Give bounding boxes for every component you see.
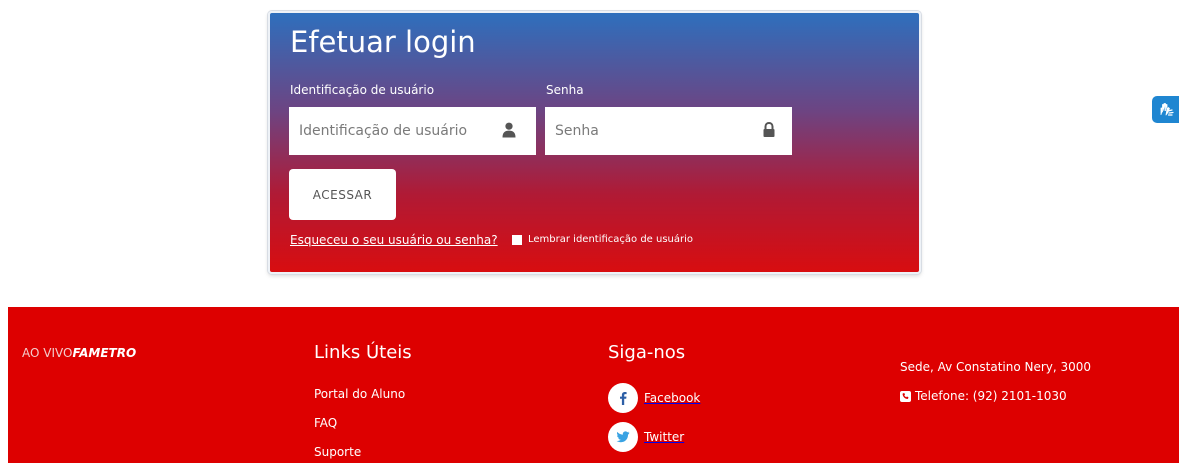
forgot-password-link[interactable]: Esqueceu o seu usuário ou senha? — [290, 233, 498, 247]
footer-link-portal-do-aluno[interactable]: Portal do Aluno — [314, 387, 405, 401]
brand-logo[interactable]: AO VIVOFAMETRO — [22, 346, 136, 360]
brand-prefix: AO VIVO — [22, 346, 73, 360]
facebook-label: Facebook — [644, 391, 701, 405]
username-input[interactable] — [289, 107, 536, 155]
login-title: Efetuar login — [290, 25, 476, 59]
login-card: Efetuar login Identificação de usuário S… — [268, 11, 921, 274]
accessibility-button[interactable] — [1152, 96, 1179, 123]
login-submit-button[interactable]: ACESSAR — [289, 169, 396, 220]
footer-link-faq[interactable]: FAQ — [314, 416, 337, 430]
password-label: Senha — [546, 83, 584, 97]
username-field-wrapper — [289, 107, 536, 155]
twitter-icon — [608, 422, 638, 452]
footer: AO VIVOFAMETRO Links Úteis Portal do Alu… — [8, 307, 1179, 463]
username-label: Identificação de usuário — [290, 83, 435, 97]
footer-link-suporte[interactable]: Suporte — [314, 445, 361, 459]
phone-icon — [900, 390, 911, 402]
sign-language-icon — [1160, 102, 1174, 116]
twitter-link[interactable]: Twitter — [608, 422, 684, 452]
brand-name: FAMETRO — [72, 346, 137, 360]
remember-username-checkbox[interactable] — [512, 235, 522, 245]
contact-phone: Telefone: (92) 2101-1030 — [900, 389, 1067, 403]
facebook-link[interactable]: Facebook — [608, 383, 700, 413]
user-icon — [502, 122, 516, 138]
password-input[interactable] — [545, 107, 792, 155]
follow-us-heading: Siga-nos — [608, 342, 686, 363]
password-field-wrapper — [545, 107, 792, 155]
facebook-icon — [608, 383, 638, 413]
useful-links-heading: Links Úteis — [314, 342, 412, 363]
contact-address: Sede, Av Constatino Nery, 3000 — [900, 360, 1092, 374]
page: Efetuar login Identificação de usuário S… — [0, 0, 1179, 463]
twitter-label: Twitter — [644, 430, 685, 444]
lock-icon — [763, 122, 775, 137]
contact-phone-text: Telefone: (92) 2101-1030 — [915, 389, 1067, 403]
remember-username-label[interactable]: Lembrar identificação de usuário — [528, 234, 693, 245]
